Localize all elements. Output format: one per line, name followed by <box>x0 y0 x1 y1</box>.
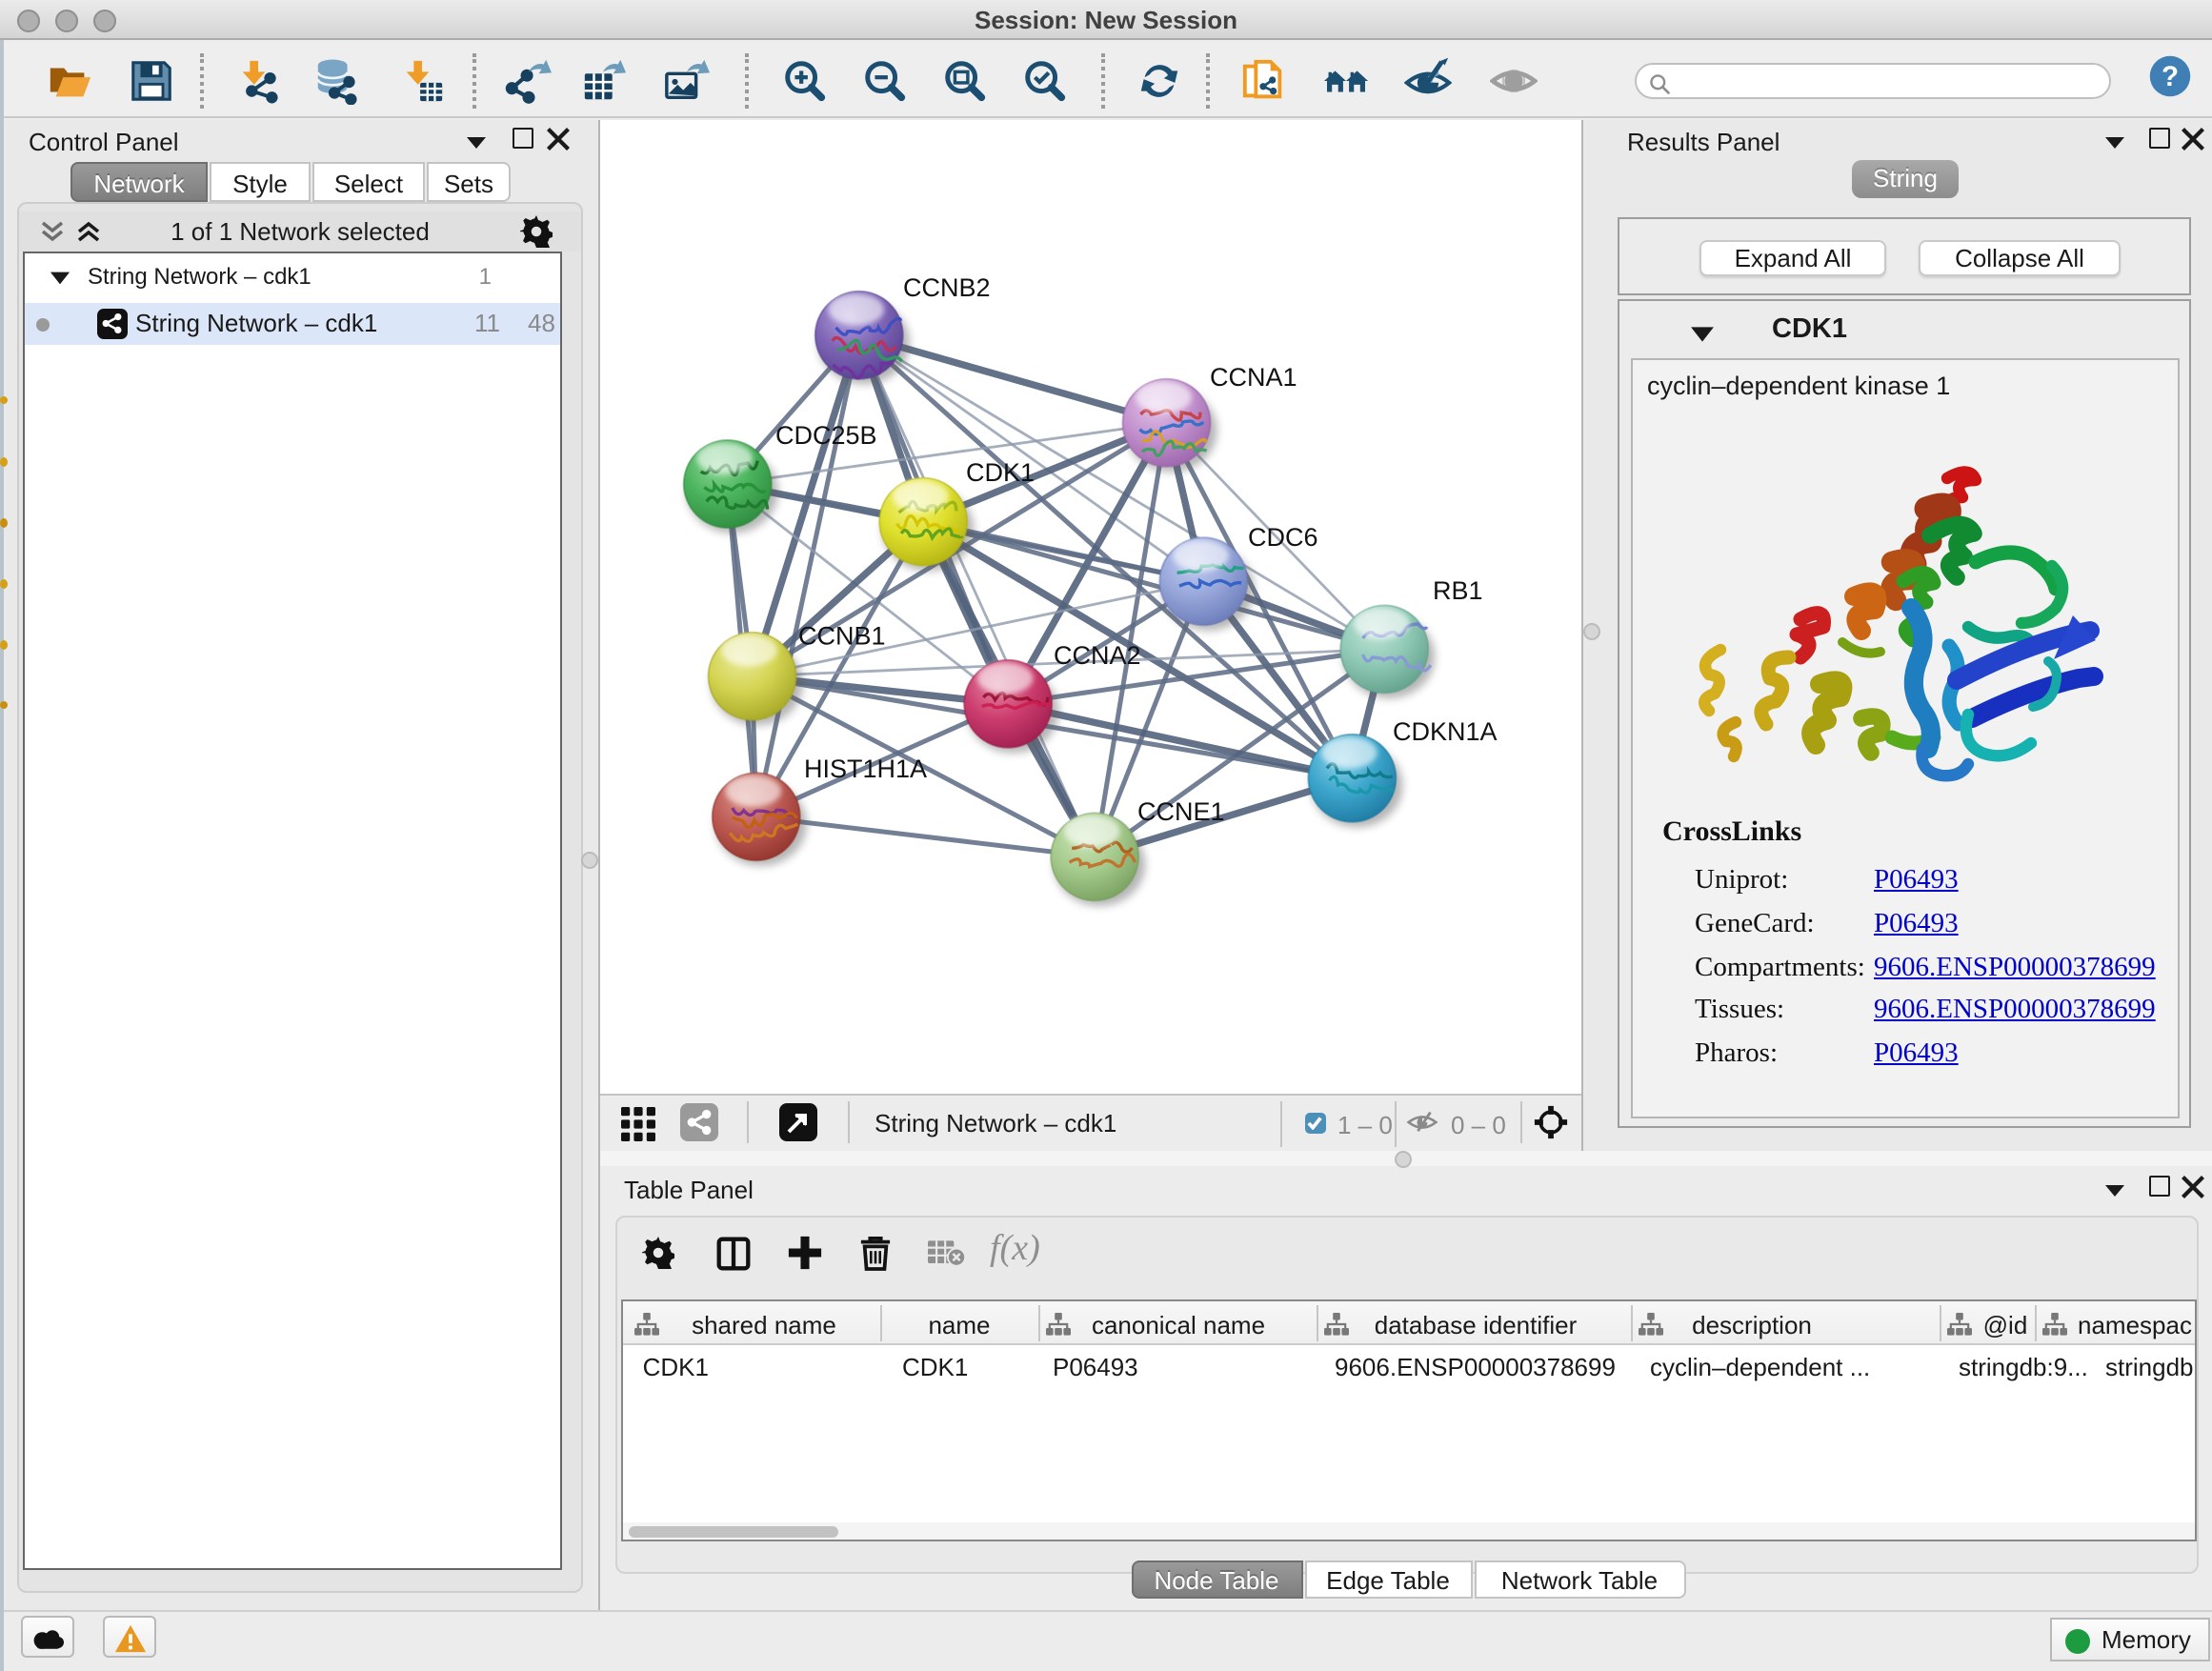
svg-text:RB1: RB1 <box>1433 576 1483 605</box>
svg-text:?: ? <box>2162 61 2179 92</box>
svg-text:CDC25B: CDC25B <box>775 421 877 450</box>
svg-text:HIST1H1A: HIST1H1A <box>804 755 927 783</box>
svg-text:CDC6: CDC6 <box>1248 523 1318 552</box>
svg-text:CCNA2: CCNA2 <box>1054 641 1141 670</box>
svg-text:CCNB1: CCNB1 <box>798 621 886 650</box>
svg-text:CDKN1A: CDKN1A <box>1393 717 1498 746</box>
svg-text:CDK1: CDK1 <box>966 458 1035 487</box>
svg-text:CCNA1: CCNA1 <box>1210 363 1297 392</box>
svg-text:CCNE1: CCNE1 <box>1137 797 1225 826</box>
svg-text:CCNB2: CCNB2 <box>903 273 991 302</box>
